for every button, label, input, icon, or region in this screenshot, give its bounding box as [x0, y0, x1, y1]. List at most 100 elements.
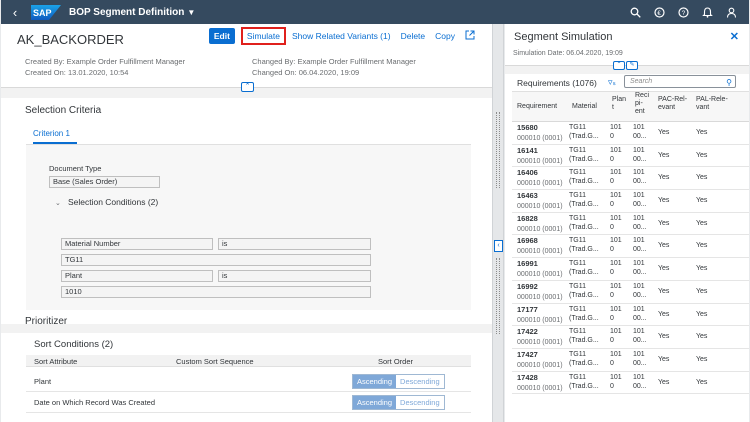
- table-row[interactable]: 15680 000010 (0001) TG11 101 101 Yes Yes (Trad.…: [512, 122, 749, 145]
- plant-cell: 101: [610, 124, 622, 131]
- table-row[interactable]: 17422 000010 (0001) TG11 101 101 Yes Yes (Trad.…: [512, 326, 749, 349]
- simulation-date: Simulation Date: 06.04.2020, 19:09: [513, 50, 623, 57]
- descending-button[interactable]: Descending: [396, 375, 444, 388]
- requirement-number: 15680: [517, 123, 538, 132]
- pac-relevant-cell: Yes: [658, 219, 670, 227]
- pl-cell-line2: 0: [610, 246, 614, 254]
- pl-cell-line2: 0: [610, 337, 614, 345]
- plant-cell: 101: [610, 169, 622, 177]
- requirement-item: 000010 (0001): [517, 316, 563, 324]
- object-title: AK_BACKORDER: [17, 32, 124, 47]
- back-icon[interactable]: ‹: [1, 5, 29, 20]
- filter-icon[interactable]: ▿ₛ: [608, 77, 616, 88]
- table-row[interactable]: 17177 000010 (0001) TG11 101 101 Yes Yes (Trad.…: [512, 304, 749, 327]
- requirement-number: 16992: [517, 281, 538, 291]
- table-body: 15680 000010 (0001) TG11 101 101 Yes Yes (Trad.…: [512, 122, 749, 395]
- pin-icon[interactable]: ✎: [626, 61, 638, 70]
- simulate-button[interactable]: Simulate: [240, 27, 286, 45]
- collapse-header-button[interactable]: ⌃: [613, 61, 625, 70]
- table-row[interactable]: 17428 000010 (0001) TG11 101 101 Yes Yes (Trad.…: [512, 372, 749, 395]
- delete-button[interactable]: Delete: [401, 31, 426, 41]
- recipient-cell: 101: [633, 328, 645, 336]
- app-title[interactable]: BOP Segment Definition ▼: [69, 7, 195, 18]
- material-cell: TG11: [569, 146, 586, 154]
- table-row[interactable]: 16828 000010 (0001) TG11 101 101 Yes Yes (Trad.…: [512, 213, 749, 236]
- table-row[interactable]: 16968 000010 (0001) TG11 101 101 Yes Yes (Trad.…: [512, 235, 749, 259]
- column-sort-order: Sort Order: [378, 357, 414, 366]
- descending-button[interactable]: Descending: [396, 396, 444, 409]
- requirement-item: 000010 (0001): [517, 361, 563, 369]
- search-icon[interactable]: [630, 7, 641, 18]
- column-pal-relevant: PAL-Rele-vant: [696, 96, 728, 112]
- table-row[interactable]: 17427 000010 (0001) TG11 101 101 Yes Yes (Trad.…: [512, 349, 749, 372]
- ascending-button[interactable]: Ascending: [353, 396, 397, 409]
- pl-cell-line2: 0: [610, 201, 614, 209]
- column-recipient-line2: pi-: [635, 100, 643, 107]
- plant-cell: 101: [610, 214, 622, 222]
- requirement-item: 000010 (0001): [517, 203, 563, 211]
- table-row[interactable]: 16991 000010 (0001) TG11 101 101 Yes Yes (Trad.…: [512, 258, 749, 281]
- recipient-cell: 101: [633, 214, 645, 222]
- rec-cell-line2: 00...: [633, 133, 647, 140]
- pl-cell-line2: 0: [610, 178, 614, 186]
- requirement-item: 000010 (0001): [517, 271, 563, 279]
- pac-relevant-cell: Yes: [658, 378, 670, 386]
- segment-simulation-panel: Segment Simulation ✕ Simulation Date: 06…: [505, 24, 749, 422]
- column-recipient-line3: ent: [635, 108, 645, 115]
- collapse-left-icon[interactable]: ‹: [494, 240, 503, 252]
- collapse-header-button[interactable]: ⌃: [241, 82, 254, 92]
- pac-relevant-cell: Yes: [658, 355, 670, 363]
- pl-cell-line2: 0: [610, 382, 614, 390]
- show-related-variants-button[interactable]: Show Related Variants (1): [292, 31, 391, 41]
- search-icon[interactable]: ⚲: [726, 77, 732, 88]
- condition-attribute-2: Plant: [61, 270, 213, 282]
- search-input[interactable]: Search ⚲: [624, 75, 736, 88]
- material-cell: TG11: [569, 260, 586, 268]
- requirement-item: 000010 (0001): [517, 180, 563, 188]
- table-row[interactable]: 16992 000010 (0001) TG11 101 101 Yes Yes (Trad.…: [512, 281, 749, 304]
- user-icon[interactable]: [726, 7, 737, 18]
- requirement-item: 000010 (0001): [517, 339, 563, 347]
- pac-relevant-cell: Yes: [658, 151, 670, 159]
- requirement-item: 000010 (0001): [517, 157, 563, 165]
- pl-cell-line2: 0: [610, 269, 614, 277]
- bell-icon[interactable]: [702, 6, 713, 18]
- requirement-number: 17428: [517, 372, 538, 382]
- column-recipient: Reci pi-ent: [635, 92, 649, 116]
- table-row[interactable]: 16406 000010 (0001) TG11 101 101 Yes Yes (Trad.…: [512, 167, 749, 191]
- pane-splitter[interactable]: ‹: [492, 24, 504, 422]
- table-row[interactable]: 16463 000010 (0001) TG11 101 101 Yes Yes (Trad.…: [512, 190, 749, 213]
- ascending-button[interactable]: Ascending: [353, 375, 397, 388]
- requirement-number: 16406: [517, 168, 538, 178]
- copy-button[interactable]: Copy: [435, 31, 455, 41]
- edit-button[interactable]: Edit: [208, 28, 235, 44]
- tab-criterion-1[interactable]: Criterion 1: [33, 129, 70, 138]
- close-icon[interactable]: ✕: [730, 30, 739, 43]
- plant-cell: 101: [610, 237, 622, 245]
- material-cell: TG11: [569, 350, 586, 358]
- pl-cell-line2: 0: [610, 133, 614, 140]
- pal-relevant-cell: Yes: [696, 219, 708, 227]
- pac-relevant-cell: Yes: [658, 242, 670, 250]
- table-row[interactable]: 16141 000010 (0001) TG11 101 101 Yes Yes (Trad.…: [512, 145, 749, 168]
- recipient-cell: 101: [633, 305, 645, 313]
- column-pac-relevant: PAC-Rel-evant: [658, 96, 688, 111]
- material-cell: TG11: [569, 305, 586, 313]
- coin-icon[interactable]: €: [654, 6, 665, 18]
- material-cell: TG11: [569, 192, 586, 200]
- table-header: Requirement Material Plan t Reci pi-ent PA…: [512, 91, 749, 122]
- column-sort-attribute: Sort Attribute: [34, 357, 78, 366]
- created-on: Created On: 13.01.2020, 10:54: [25, 68, 129, 77]
- share-icon[interactable]: [465, 30, 475, 42]
- column-plant: Plan t: [612, 96, 626, 112]
- column-pal-line2: vant: [696, 104, 710, 111]
- app-title-text: BOP Segment Definition: [69, 6, 185, 18]
- plant-cell: 101: [610, 282, 622, 290]
- selection-criteria-title: Selection Criteria: [25, 105, 102, 116]
- splitter-grip-bottom: [496, 258, 500, 334]
- selection-conditions-toggle[interactable]: ⌄ Selection Conditions (2): [55, 197, 158, 207]
- help-icon[interactable]: ?: [678, 6, 689, 18]
- requirement-number: 17427: [517, 349, 538, 359]
- material-cell: TG11: [569, 373, 586, 381]
- rec-cell-line2: 00...: [633, 223, 647, 231]
